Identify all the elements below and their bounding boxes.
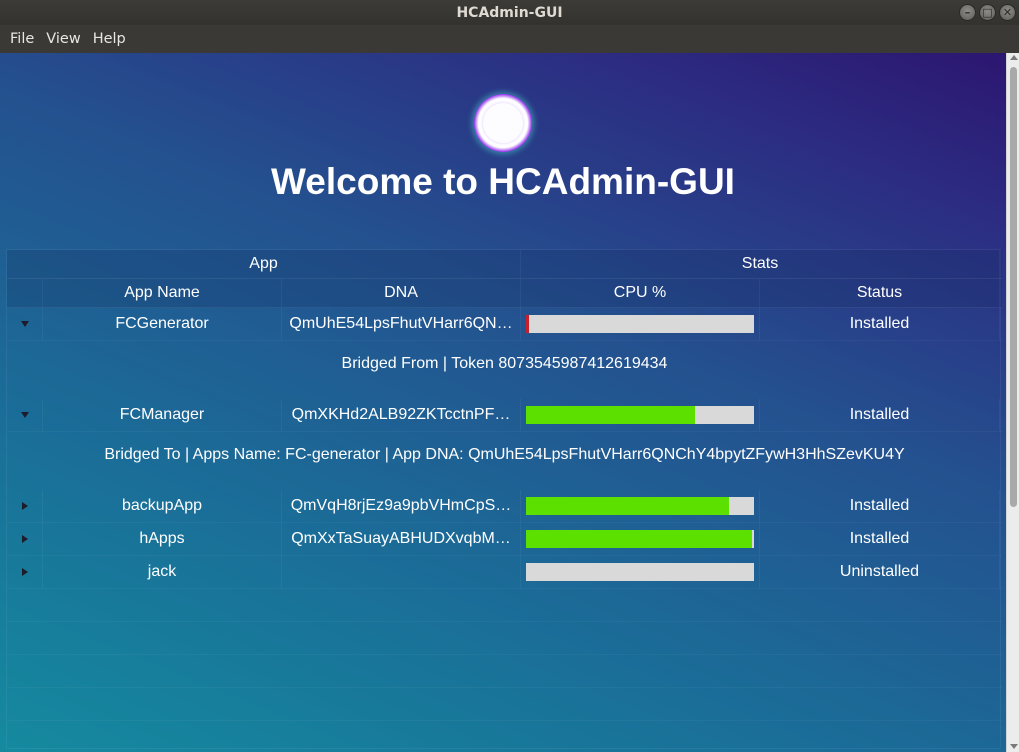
menu-file[interactable]: File [4,31,40,47]
triangle-right-icon[interactable] [21,502,28,510]
cpu-cell [521,490,760,522]
empty-table-row [7,688,1002,721]
header-status[interactable]: Status [760,279,1000,307]
dna-text: QmUhE54LpsFhutVHarr6QN… [289,315,513,332]
cpu-progress-bar [526,315,754,333]
header-expander [7,279,43,307]
empty-table-row [7,655,1002,688]
group-header-stats[interactable]: Stats [521,250,1000,278]
dna-cell [282,556,521,588]
table-row[interactable]: jack Uninstalled [7,556,1002,589]
dna-text: QmVqH8rjEz9a9pbVHmCpS… [290,497,512,514]
cpu-progress-bar [526,497,754,515]
menu-view[interactable]: View [40,31,86,47]
header-dna[interactable]: DNA [282,279,521,307]
table-row[interactable]: backupApp QmVqH8rjEz9a9pbVHmCpS… Installed [7,490,1002,523]
page-title: Welcome to HCAdmin-GUI [271,161,735,202]
dna-text: QmXxTaSuayABHUDXvqbM… [291,530,511,547]
dna-cell: QmXxTaSuayABHUDXvqbM… [282,523,521,555]
window-title: HCAdmin-GUI [456,4,563,21]
logo-core [483,103,523,143]
minimize-icon[interactable]: – [959,4,976,21]
app-name-cell: backupApp [43,490,282,522]
vertical-scrollbar[interactable] [1006,53,1019,752]
triangle-right-icon[interactable] [21,535,28,543]
cpu-cell [521,556,760,588]
window-controls: – □ ✕ [959,4,1016,21]
status-cell: Uninstalled [760,556,1000,588]
group-header-app[interactable]: App [7,250,521,278]
cpu-progress-fill [526,497,729,515]
close-icon[interactable]: ✕ [999,4,1016,21]
row-expander[interactable] [7,490,43,522]
apps-table: App Stats App Name DNA CPU % Status FCGe… [6,249,1002,752]
app-name-cell: jack [43,556,282,588]
empty-table-row [7,721,1002,752]
cpu-progress-fill [526,530,752,548]
row-detail: Bridged From | Token 8073545987412619434 [341,355,668,372]
cpu-progress-bar [526,406,754,424]
table-column-header: App Name DNA CPU % Status [7,279,1002,308]
scroll-thumb[interactable] [1010,67,1017,507]
scroll-up-icon[interactable] [1010,55,1018,60]
cpu-progress-fill [526,406,695,424]
holochain-logo-icon [474,94,532,152]
row-expander[interactable] [7,556,43,588]
status-cell: Installed [760,490,1000,522]
scroll-down-icon[interactable] [1010,744,1018,749]
cpu-progress-bar [526,530,754,548]
dna-cell: QmVqH8rjEz9a9pbVHmCpS… [282,490,521,522]
menubar: File View Help [0,25,1019,53]
row-expander[interactable] [7,523,43,555]
triangle-down-icon[interactable] [20,412,29,418]
row-detail: Bridged To | Apps Name: FC-generator | A… [104,446,905,463]
table-row[interactable]: hApps QmXxTaSuayABHUDXvqbM… Installed [7,523,1002,556]
header-app-name[interactable]: App Name [43,279,282,307]
window-titlebar: HCAdmin-GUI – □ ✕ [0,0,1019,25]
cpu-progress-fill [526,315,529,333]
cpu-progress-bar [526,563,754,581]
triangle-right-icon[interactable] [21,568,28,576]
status-cell: Installed [760,523,1000,555]
main-content: Welcome to HCAdmin-GUI App Stats App Nam… [0,53,1006,752]
menu-help[interactable]: Help [87,31,132,47]
cpu-cell [521,523,760,555]
empty-table-row [7,589,1002,622]
header-cpu[interactable]: CPU % [521,279,760,307]
triangle-down-icon[interactable] [20,321,29,327]
maximize-icon[interactable]: □ [979,4,996,21]
app-name-cell: hApps [43,523,282,555]
table-group-header: App Stats [7,250,1002,279]
empty-table-row [7,622,1002,655]
dna-text: QmXKHd2ALB92ZKTcctnPF… [291,406,511,423]
